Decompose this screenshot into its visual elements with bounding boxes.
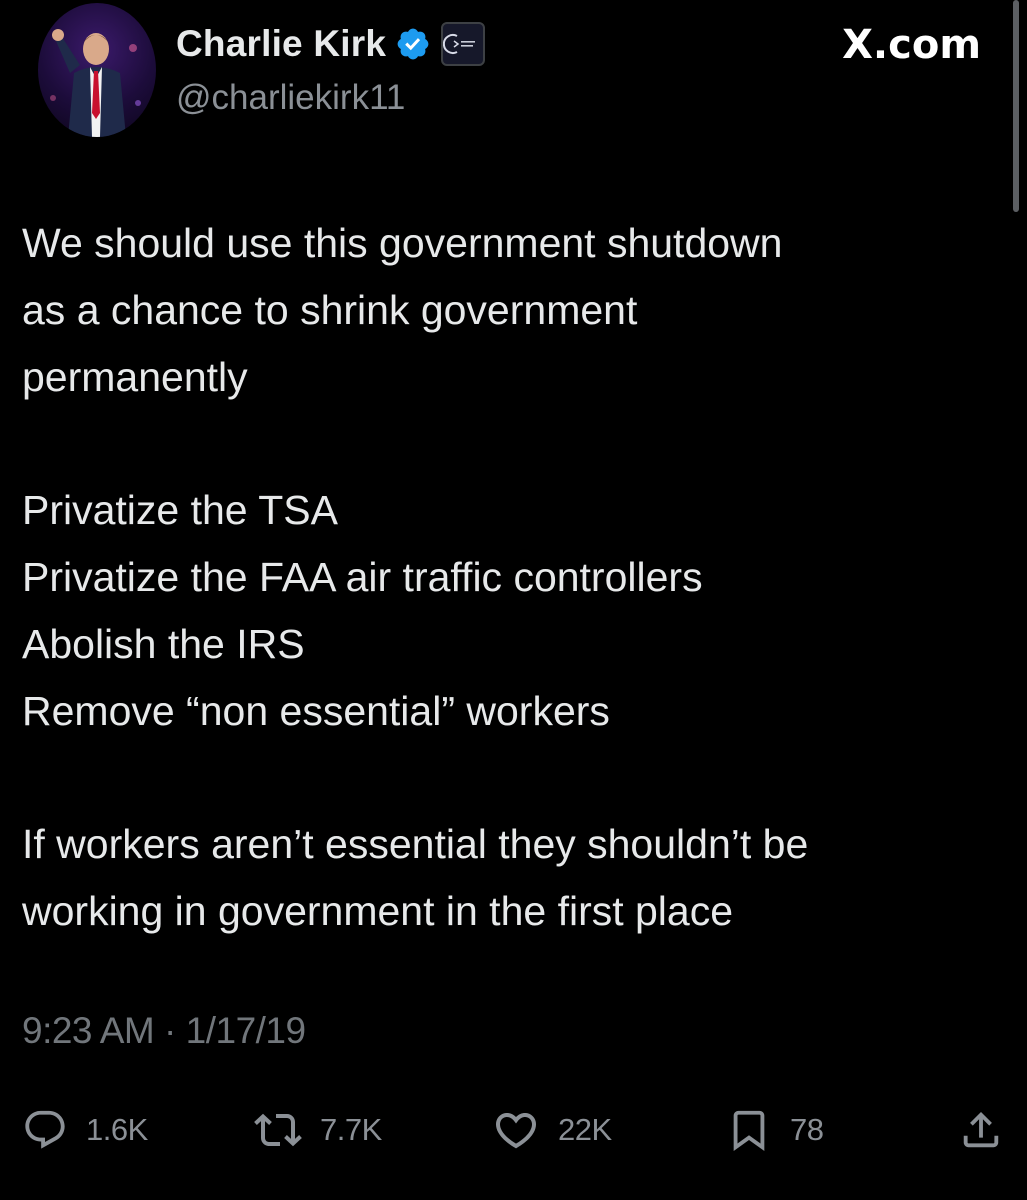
tweet-timestamp[interactable]: 9:23 AM · 1/17/19 [22, 1010, 306, 1052]
tweet-action-bar: 1.6K 7.7K 22K 78 [0, 1098, 1027, 1162]
tweet-line: Privatize the FAA air traffic controller… [22, 554, 703, 600]
bookmark-icon [726, 1107, 772, 1153]
author-display-name[interactable]: Charlie Kirk [176, 23, 386, 65]
reply-button[interactable]: 1.6K [22, 1098, 148, 1162]
repost-count: 7.7K [320, 1112, 382, 1147]
tweet-text: We should use this government shutdown a… [22, 210, 1007, 945]
tweet-line: Privatize the TSA [22, 487, 338, 533]
tweet-line: We should use this government shutdown [22, 220, 783, 266]
tweet-line: Remove “non essential” workers [22, 688, 610, 734]
author-handle[interactable]: @charliekirk11 [176, 78, 405, 118]
tweet-header: Charlie Kirk @charliekirk11 X.com [0, 0, 1027, 212]
like-count: 22K [558, 1112, 612, 1147]
author-avatar[interactable] [38, 3, 156, 137]
heart-icon [492, 1106, 540, 1154]
reply-icon [22, 1107, 68, 1153]
repost-icon [254, 1106, 302, 1154]
tweet-line: If workers aren’t essential they shouldn… [22, 821, 809, 867]
reply-count: 1.6K [86, 1112, 148, 1147]
repost-button[interactable]: 7.7K [254, 1098, 382, 1162]
like-button[interactable]: 22K [492, 1098, 612, 1162]
bookmark-count: 78 [790, 1112, 824, 1147]
bookmark-button[interactable]: 78 [726, 1098, 824, 1162]
tweet-paragraph: Privatize the TSA Privatize the FAA air … [22, 477, 1007, 745]
site-logo: X.com [842, 22, 981, 68]
tweet-line: working in government in the first place [22, 888, 734, 934]
tweet-line: Abolish the IRS [22, 621, 305, 667]
author-name-row: Charlie Kirk [176, 18, 486, 70]
avatar-photo [50, 29, 141, 137]
tweet-line: as a chance to shrink government [22, 287, 638, 333]
tweet-line: permanently [22, 354, 248, 400]
turning-point-usa-logo-icon[interactable] [441, 22, 486, 66]
scrollbar[interactable] [1013, 0, 1019, 212]
verified-check-icon[interactable] [395, 26, 431, 62]
tweet-paragraph: If workers aren’t essential they shouldn… [22, 811, 1007, 945]
tweet-paragraph: We should use this government shutdown a… [22, 210, 1007, 411]
share-button[interactable] [958, 1098, 1004, 1162]
share-icon [958, 1107, 1004, 1153]
